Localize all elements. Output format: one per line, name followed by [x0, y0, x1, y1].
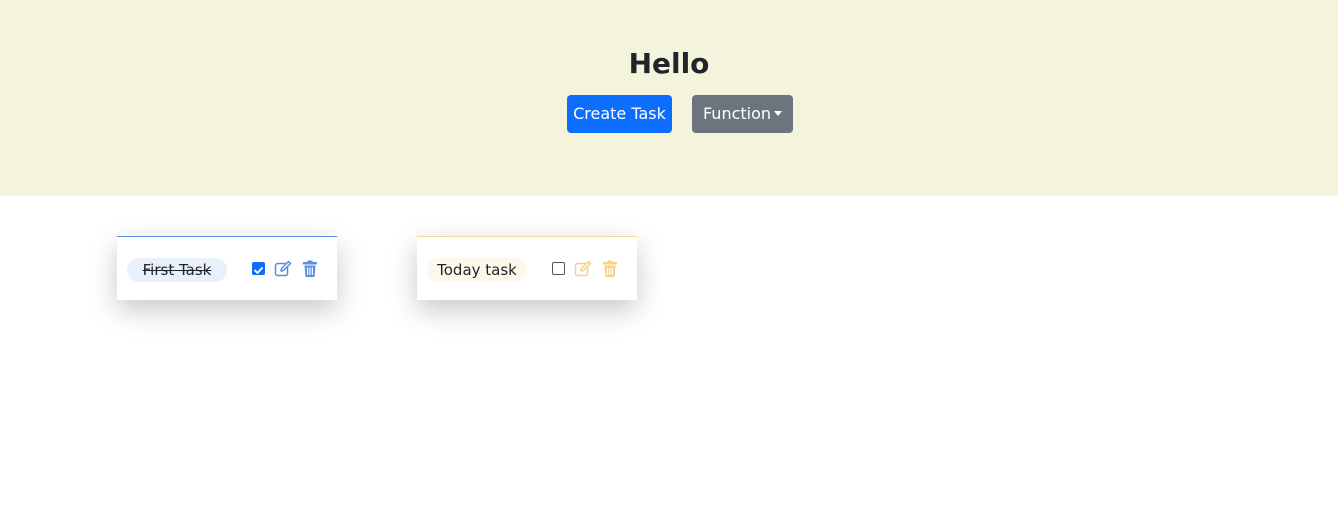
page-title: Hello — [628, 47, 710, 80]
header: Hello Create Task Function — [0, 0, 1338, 196]
task-title: Today task — [427, 258, 527, 282]
task-title: First Task — [127, 258, 227, 282]
edit-icon[interactable] — [274, 260, 292, 278]
task-done-checkbox[interactable] — [552, 262, 565, 275]
create-task-button[interactable]: Create Task — [567, 95, 672, 133]
create-task-label: Create Task — [573, 104, 666, 123]
trash-icon[interactable] — [601, 260, 619, 278]
task-done-checkbox[interactable] — [252, 262, 265, 275]
function-label: Function — [702, 104, 772, 123]
function-dropdown-button[interactable]: Function — [692, 95, 793, 133]
check-icon — [254, 267, 263, 274]
caret-down-icon — [774, 111, 783, 116]
task-card: First Task — [117, 236, 337, 300]
edit-icon[interactable] — [574, 260, 592, 278]
trash-icon[interactable] — [301, 260, 319, 278]
task-card: Today task — [417, 236, 637, 300]
